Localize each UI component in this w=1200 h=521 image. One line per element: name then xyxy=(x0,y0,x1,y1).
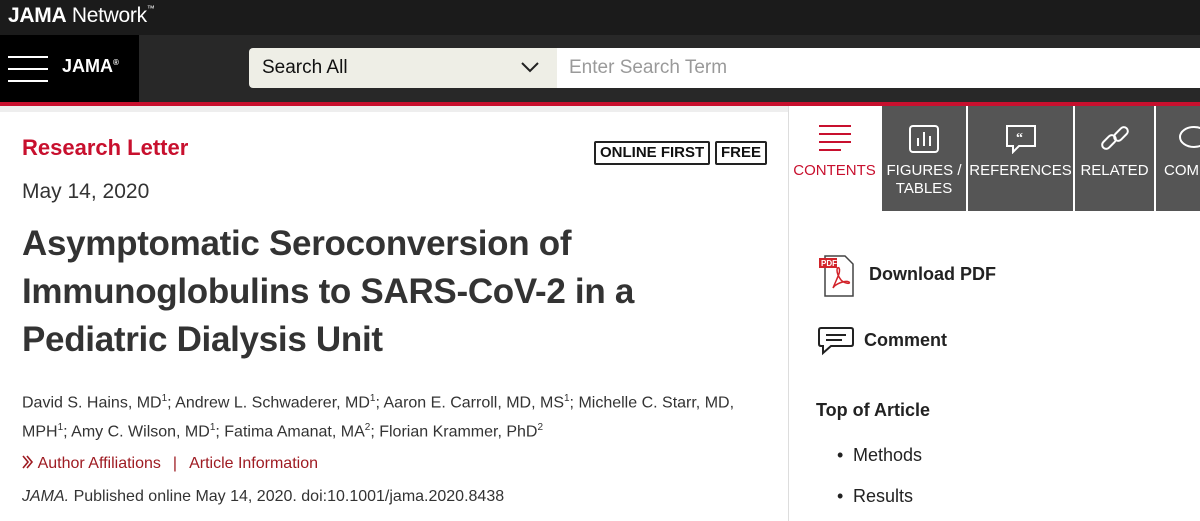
article-sidebar: CONTENTS FIGURES / TABLES “ REFERENCES R… xyxy=(788,106,1200,521)
bar-chart-icon xyxy=(909,125,939,153)
comment-bubble-icon xyxy=(818,327,854,356)
svg-text:“: “ xyxy=(1016,131,1023,146)
search-input[interactable] xyxy=(557,48,1200,88)
search-scope-label: Search All xyxy=(262,57,348,78)
article-information-link[interactable]: Article Information xyxy=(189,455,318,472)
tab-comments[interactable]: COMM xyxy=(1154,106,1200,211)
author[interactable]: Amy C. Wilson, MD xyxy=(71,424,210,441)
author-list: David S. Hains, MD1; Andrew L. Schwadere… xyxy=(22,393,735,441)
jama-network-logo[interactable]: JAMA Network™ xyxy=(8,4,155,28)
author[interactable]: Aaron E. Carroll, MD, MS xyxy=(384,394,564,411)
article-title: Asymptomatic Seroconversion of Immunoglo… xyxy=(22,224,635,359)
main-navbar: JAMA® Search All xyxy=(0,35,1200,102)
jama-logo[interactable]: JAMA® xyxy=(62,56,119,77)
comment-icon xyxy=(1179,126,1200,148)
tab-figures-tables[interactable]: FIGURES / TABLES xyxy=(880,106,966,211)
article-links: Author Affiliations | Article Information xyxy=(22,455,318,473)
brand-area: JAMA® xyxy=(0,35,139,102)
link-icon xyxy=(1100,126,1129,150)
author-affiliations-link[interactable]: Author Affiliations xyxy=(38,455,161,472)
network-bar: JAMA Network™ xyxy=(0,0,1200,35)
double-chevron-right-icon xyxy=(22,455,34,469)
author[interactable]: Andrew L. Schwaderer, MD xyxy=(175,394,370,411)
chevron-down-icon xyxy=(521,62,539,73)
toc-item-results[interactable]: Results xyxy=(837,486,913,507)
list-icon xyxy=(818,125,851,151)
tab-related[interactable]: RELATED xyxy=(1073,106,1154,211)
quote-icon: “ xyxy=(1005,125,1036,154)
article-type: Research Letter xyxy=(22,135,189,160)
toc-item-methods[interactable]: Methods xyxy=(837,445,922,466)
menu-icon[interactable] xyxy=(8,56,48,82)
search-scope-select[interactable]: Search All xyxy=(249,48,557,88)
toc-heading: Top of Article xyxy=(816,400,930,420)
tab-references[interactable]: “ REFERENCES xyxy=(966,106,1073,211)
author[interactable]: Florian Krammer, PhD xyxy=(379,424,537,441)
tab-contents[interactable]: CONTENTS xyxy=(789,106,880,211)
free-badge: FREE xyxy=(715,141,768,165)
svg-text:PDF: PDF xyxy=(821,259,837,268)
pdf-icon: PDF xyxy=(819,255,854,297)
author[interactable]: David S. Hains, MD xyxy=(22,394,162,411)
publication-date: May 14, 2020 xyxy=(22,180,150,203)
author[interactable]: Fatima Amanat, MA xyxy=(224,424,365,441)
citation: JAMA. Published online May 14, 2020. doi… xyxy=(22,488,505,505)
online-first-badge: ONLINE FIRST xyxy=(594,141,711,165)
